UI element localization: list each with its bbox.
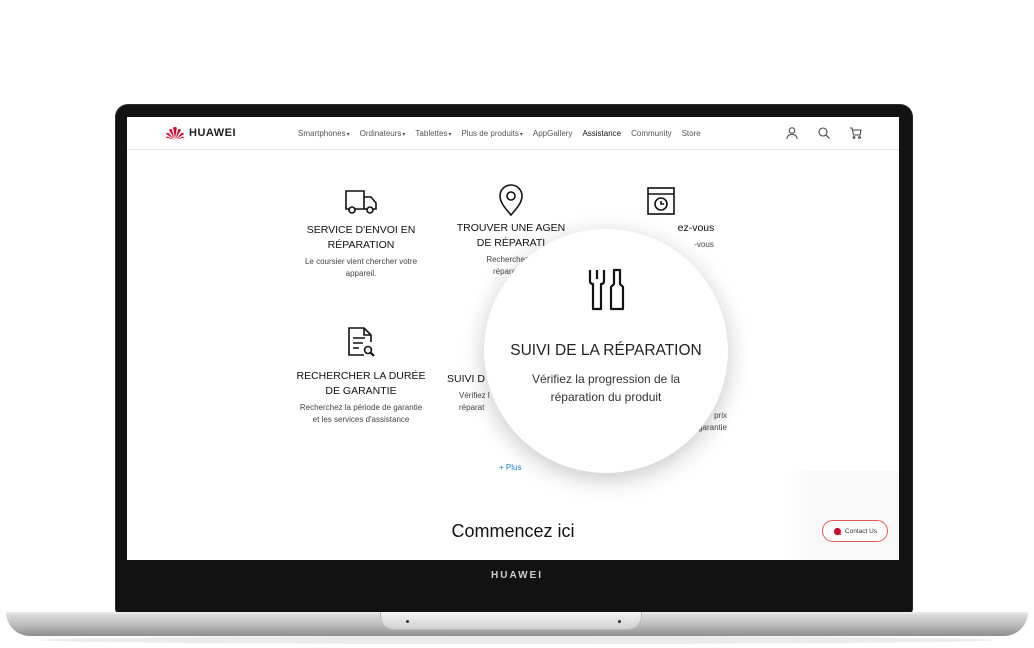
menu-item-label: Store	[681, 129, 701, 138]
menu-item-plus-de-produits[interactable]: Plus de produits▾	[461, 129, 522, 138]
search-icon[interactable]	[817, 126, 831, 140]
more-services-link[interactable]: + Plus	[499, 463, 521, 472]
top-nav: HUAWEI Smartphones▾ Ordinateurs▾ Tablett…	[127, 117, 899, 150]
user-icon[interactable]	[785, 126, 799, 140]
location-pin-icon	[499, 184, 523, 217]
chevron-down-icon: ▾	[519, 132, 523, 138]
menu-item-label: Smartphones	[298, 129, 346, 138]
title-line: DE GARANTIE	[325, 385, 397, 397]
menu-item-tablettes[interactable]: Tablettes▾	[415, 129, 451, 138]
logo-text: HUAWEI	[189, 127, 236, 139]
service-card-garantie[interactable]: RECHERCHER LA DURÉE DE GARANTIE Recherche…	[291, 325, 431, 425]
main-menu: Smartphones▾ Ordinateurs▾ Tablettes▾ Plu…	[298, 129, 701, 138]
title-line: RÉPARATION	[327, 239, 395, 251]
menu-item-store[interactable]: Store	[682, 129, 701, 138]
menu-item-smartphones[interactable]: Smartphones▾	[298, 129, 350, 138]
nav-icons	[785, 126, 863, 140]
contact-us-button[interactable]: Contact Us	[822, 520, 888, 542]
service-desc: Le coursier vient chercher votre appareil…	[291, 256, 431, 279]
lens-desc: Vérifiez la progression de la réparation…	[518, 370, 694, 406]
service-title: SERVICE D'ENVOI EN RÉPARATION	[291, 223, 431, 253]
chevron-down-icon: ▾	[402, 132, 406, 138]
desc-line: appareil.	[345, 268, 377, 278]
desc-line: -vous	[694, 240, 714, 249]
title-line: SERVICE D'ENVOI EN	[306, 224, 416, 236]
menu-item-appgallery[interactable]: AppGallery	[533, 129, 573, 138]
tools-icon	[588, 268, 625, 311]
menu-item-ordinateurs[interactable]: Ordinateurs▾	[360, 129, 406, 138]
menu-item-label: Tablettes	[415, 129, 448, 138]
desc-line: Vérifiez la progression de la	[531, 372, 681, 386]
desc-line: Le coursier vient chercher votre	[304, 257, 418, 266]
desc-line: réparation du produit	[550, 390, 662, 404]
service-card-envoi[interactable]: SERVICE D'ENVOI EN RÉPARATION Le coursier…	[291, 187, 431, 279]
laptop-mockup: HUAWEI HUAWEI Smartphones▾ Ordinateurs▾ …	[0, 0, 1034, 648]
menu-item-assistance[interactable]: Assistance	[582, 129, 621, 138]
contact-panel	[780, 471, 899, 560]
menu-item-label: AppGallery	[532, 129, 573, 138]
document-search-icon	[348, 327, 375, 357]
chevron-down-icon: ▾	[346, 132, 350, 138]
cart-icon[interactable]	[849, 126, 863, 140]
title-line: TROUVER UNE AGEN	[456, 222, 566, 234]
title-line: RECHERCHER LA DURÉE	[296, 370, 426, 382]
title-line: ez-vous	[677, 222, 715, 234]
magnifier-lens: SUIVI DE LA RÉPARATION Vérifiez la progr…	[484, 229, 728, 473]
menu-item-label: Plus de produits	[461, 129, 519, 138]
laptop-notch	[380, 612, 642, 630]
truck-icon	[345, 190, 377, 214]
menu-item-label: Ordinateurs	[359, 129, 402, 138]
base-dot	[618, 620, 621, 623]
base-shadow	[40, 636, 994, 644]
calendar-clock-icon	[647, 187, 675, 215]
menu-item-label: Community	[631, 129, 672, 138]
desc-line: Recherchez la période de garantie	[299, 403, 423, 412]
huawei-flower-icon	[165, 126, 185, 140]
service-title: RECHERCHER LA DURÉE DE GARANTIE	[291, 369, 431, 399]
huawei-logo[interactable]: HUAWEI	[165, 126, 236, 140]
contact-us-label: Contact Us	[844, 527, 878, 535]
base-dot	[406, 620, 409, 623]
lens-title: SUIVI DE LA RÉPARATION	[510, 342, 702, 359]
desc-line: et les services d'assistance	[312, 414, 410, 424]
bezel-brand: HUAWEI	[491, 570, 543, 581]
chat-icon	[833, 527, 842, 535]
service-desc: Recherchez la période de garantie et les …	[291, 402, 431, 425]
chevron-down-icon: ▾	[448, 132, 452, 138]
menu-item-community[interactable]: Community	[631, 129, 671, 138]
menu-item-label: Assistance	[582, 129, 622, 138]
